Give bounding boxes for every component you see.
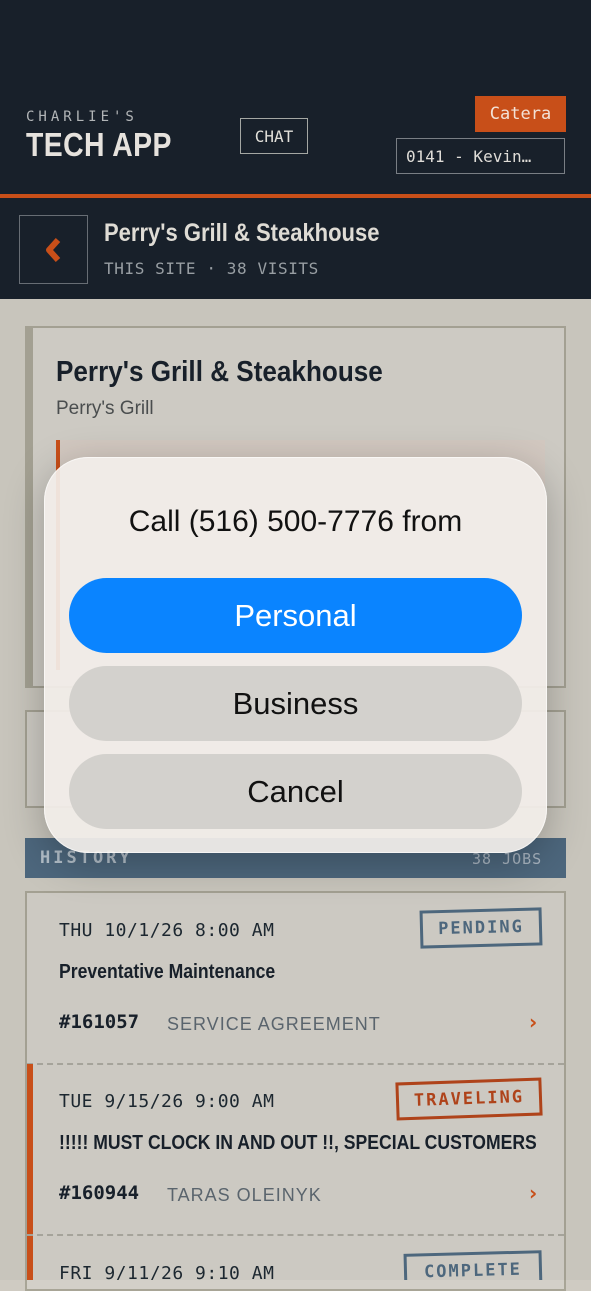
call-sheet-title: Call (516) 500-7776 from	[128, 505, 463, 538]
call-business-button[interactable]: Business	[69, 666, 522, 741]
cancel-button[interactable]: Cancel	[69, 754, 522, 829]
call-personal-button[interactable]: Personal	[69, 578, 522, 653]
